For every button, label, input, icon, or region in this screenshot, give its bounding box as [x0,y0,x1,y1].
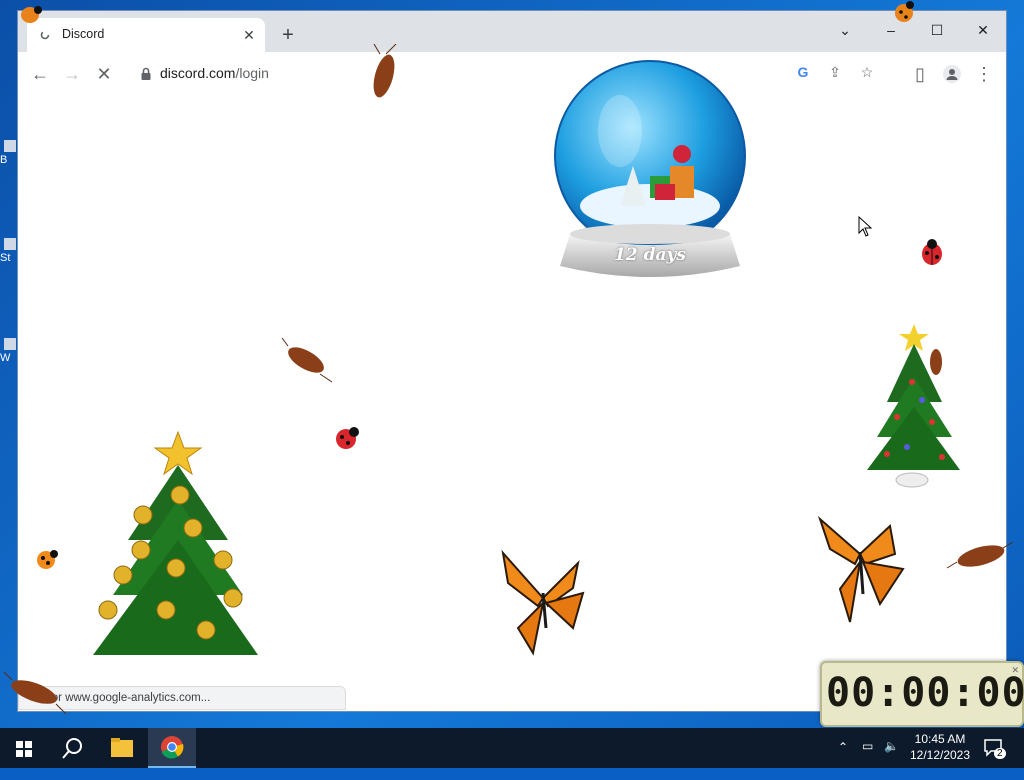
toolbar: ← → ✕ discord.com/login G ⇪ ☆ ▯ ⋮ [18,52,1006,97]
lock-icon[interactable] [140,67,152,81]
file-explorer-button[interactable] [98,728,146,768]
volume-muted-icon[interactable]: 🔈 [884,739,899,779]
search-button[interactable] [48,728,96,768]
digital-timer-widget[interactable]: 00:00:00 ✕ [820,661,1024,727]
clock-time: 10:45 AM [914,732,966,746]
share-icon[interactable]: ⇪ [824,64,846,84]
notification-badge: 2 [994,748,1006,759]
system-clock[interactable]: 10:45 AM 12/12/2023 [905,731,975,763]
ladybug-image [895,1,914,22]
close-icon[interactable]: ✕ [1011,665,1019,676]
new-tab-button[interactable]: + [276,24,300,48]
cockroach-image [946,541,1014,569]
butterfly-image [501,549,585,656]
tab-strip: Discord ✕ + ⌄ – ☐ ✕ [18,11,1006,52]
cockroach-image [930,349,942,375]
mouse-cursor-icon [858,216,873,237]
timer-display: 00:00:00 [826,670,1024,716]
close-tab-icon[interactable]: ✕ [239,25,259,45]
tab-title: Discord [62,27,105,41]
ladybug-image [37,550,58,569]
cockroach-image [3,671,67,715]
cockroach-image [281,338,333,383]
cockroach-image [373,44,397,98]
windows-logo-icon [16,741,32,757]
desktop-icon-label: W [0,352,11,364]
search-icon [62,738,82,759]
desktop-icon-label: St [0,252,11,264]
maximize-button[interactable]: ☐ [914,17,960,43]
profile-avatar-icon[interactable] [938,60,966,88]
desktop-icon[interactable]: W [0,338,18,364]
side-panel-icon[interactable]: ▯ [906,60,934,88]
folder-icon [111,738,133,757]
app-icon [4,140,16,152]
forward-icon[interactable]: → [58,60,86,88]
christmas-tree-small-image [867,324,960,488]
christmas-tree-large-image [93,430,258,655]
loading-icon [40,30,50,40]
ladybug-image [922,239,942,265]
desktop-icon[interactable]: B [0,140,18,166]
menu-icon[interactable]: ⋮ [970,60,998,88]
url-host: discord.com [160,65,236,81]
app-icon [4,338,16,350]
back-icon[interactable]: ← [26,60,54,88]
butterfly-image [817,515,905,623]
taskbar: ⌃ ▭ 🔈 10:45 AM 12/12/2023 2 [0,728,1024,768]
clock-date: 12/12/2023 [909,748,971,762]
network-icon[interactable]: ▭ [862,739,873,779]
stop-loading-icon[interactable]: ✕ [90,60,118,88]
ladybug-image [21,6,42,23]
url-path: /login [235,65,269,81]
start-button[interactable] [0,728,48,768]
tab-discord[interactable]: Discord ✕ [27,18,265,52]
show-hidden-icons[interactable]: ⌃ [838,740,848,780]
desktop-icon[interactable]: St [0,238,18,264]
close-window-button[interactable]: ✕ [960,17,1006,43]
notification-center-icon[interactable]: 2 [982,736,1006,776]
chrome-icon [161,736,184,759]
ladybug-image [336,427,359,449]
url-text[interactable]: discord.com/login [160,65,269,81]
desktop-icon-label: B [0,154,8,166]
app-icon [4,238,16,250]
bookmark-star-icon[interactable]: ☆ [856,64,878,84]
google-lens-icon[interactable]: G [792,64,814,84]
globe-label: 12 days [614,245,686,265]
chrome-taskbar-button[interactable] [148,728,196,768]
tab-search-icon[interactable]: ⌄ [822,17,868,43]
